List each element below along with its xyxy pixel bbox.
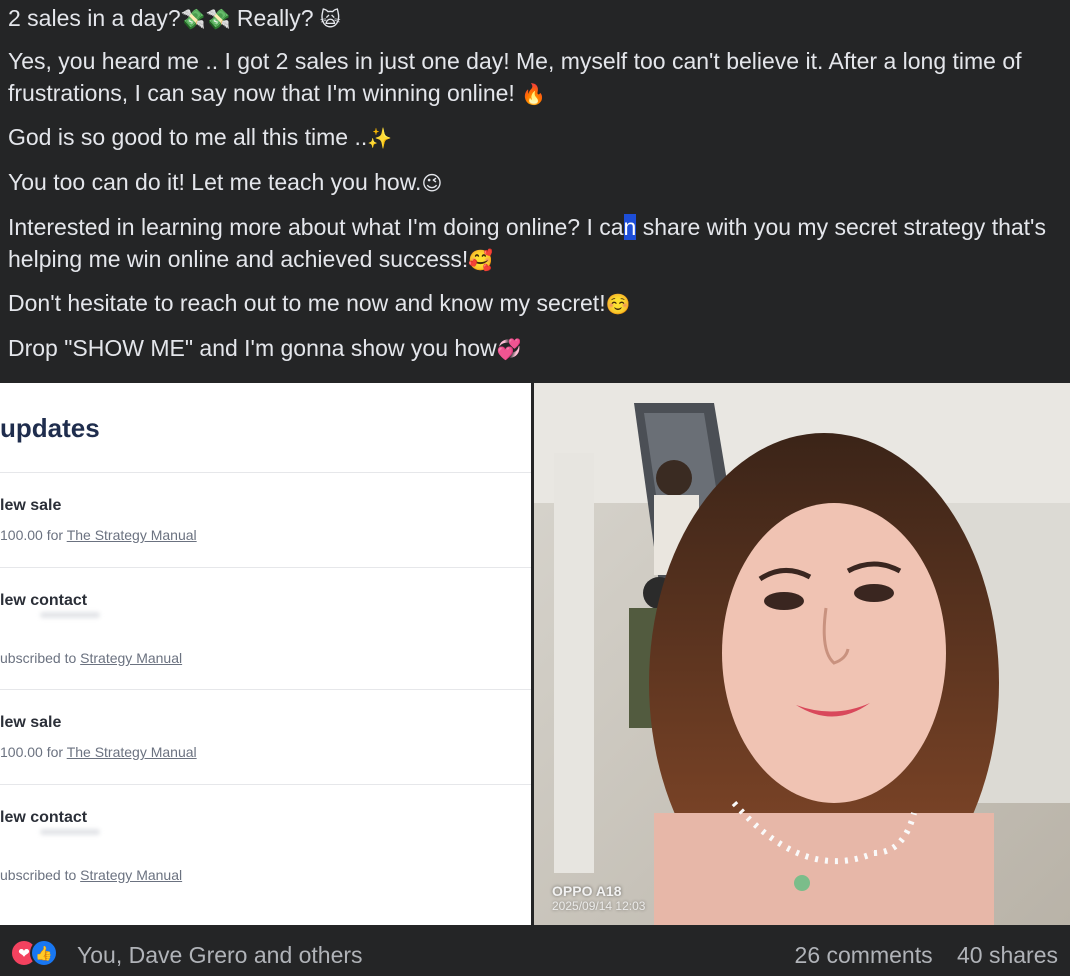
comments-count[interactable]: 26 comments [795, 942, 933, 968]
post-line-6: Don't hesitate to reach out to me now an… [8, 290, 631, 316]
reactors-text[interactable]: You, Dave Grero and others [77, 942, 363, 969]
update-item: lew contact ubscribed to Strategy Manual [0, 567, 531, 690]
selfie-photo[interactable]: OPPO A18 2025/09/14 12:03 [534, 383, 1070, 925]
update-item-sub: ubscribed to Strategy Manual [0, 867, 183, 883]
update-item-sub: 100.00 for The Strategy Manual [0, 527, 197, 543]
sparkles-emoji-icon: ✨ [367, 126, 393, 150]
post-footer: ❤ 👍 You, Dave Grero and others 26 commen… [0, 925, 1070, 976]
post-stats: 26 comments 40 shares [777, 942, 1058, 969]
post-line-5: Interested in learning more about what I… [8, 214, 1046, 272]
smiling-emoji-icon: ☺️ [605, 292, 631, 316]
update-item-title: lew sale [0, 714, 62, 731]
post-line-4: You too can do it! Let me teach you how.… [8, 169, 443, 195]
update-item-sub: ubscribed to Strategy Manual [0, 650, 183, 666]
post-line-7: Drop "SHOW ME" and I'm gonna show you ho… [8, 335, 522, 361]
text-selection: n [623, 214, 637, 240]
post-line-2: Yes, you heard me .. I got 2 sales in ju… [8, 48, 1022, 106]
updates-title: updates [0, 413, 100, 443]
money-wings-emoji-icon: 💸💸 [180, 7, 231, 31]
like-reaction-icon[interactable]: 👍 [30, 939, 58, 967]
update-item: lew sale 100.00 for The Strategy Manual [0, 689, 531, 785]
fire-emoji-icon: 🔥 [521, 82, 547, 106]
smiling-hearts-emoji-icon: 🥰 [468, 248, 494, 272]
update-item-sub: 100.00 for The Strategy Manual [0, 744, 197, 760]
blurred-name [40, 612, 100, 618]
post-line-1: 2 sales in a day?💸💸 Really? 🙀 [8, 5, 341, 31]
selfie-photo-illustration [534, 383, 1070, 925]
reactions[interactable]: ❤ 👍 [10, 939, 70, 967]
post-line-3: God is so good to me all this time ..✨ [8, 124, 393, 150]
sales-updates-screenshot[interactable]: updates lew sale 100.00 for The Strategy… [0, 383, 531, 925]
update-item-title: lew contact [0, 809, 88, 826]
post-media[interactable]: updates lew sale 100.00 for The Strategy… [0, 383, 1070, 925]
shares-count[interactable]: 40 shares [957, 942, 1058, 968]
update-item-title: lew sale [0, 497, 62, 514]
weary-cat-emoji-icon: 🙀 [319, 7, 341, 31]
blurred-name [40, 829, 100, 835]
update-item: lew sale 100.00 for The Strategy Manual [0, 472, 531, 568]
update-item: lew contact ubscribed to Strategy Manual [0, 784, 531, 907]
update-item-title: lew contact [0, 592, 88, 609]
two-hearts-emoji-icon: 💞 [496, 337, 522, 361]
wink-emoji-icon: 😉 [421, 171, 443, 195]
camera-watermark: OPPO A18 2025/09/14 12:03 [552, 883, 646, 913]
